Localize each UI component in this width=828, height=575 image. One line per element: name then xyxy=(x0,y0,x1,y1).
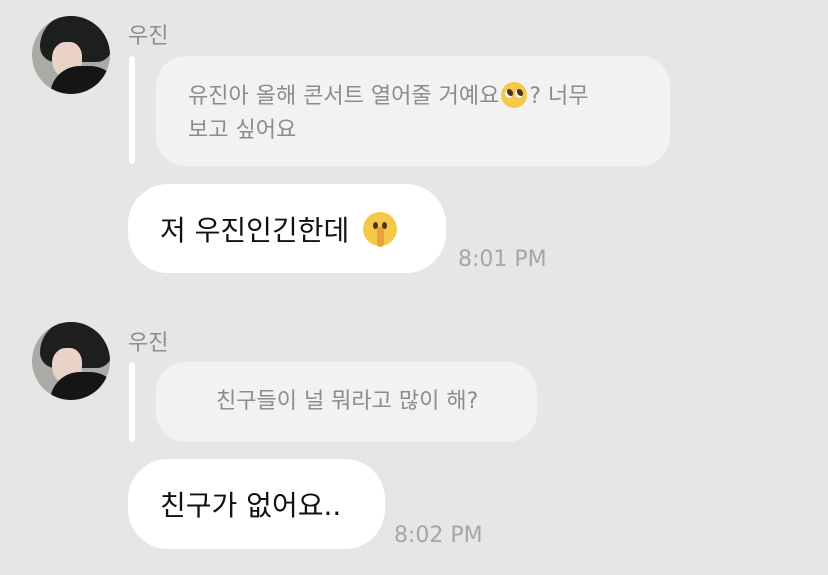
reply-quote-bubble[interactable]: 유진아 올해 콘서트 열어줄 거예요 ? 너무 보고 싶어요 xyxy=(156,56,670,166)
message-bubble[interactable]: 저 우진인긴한데 xyxy=(128,184,446,273)
reply-quote-text: 친구들이 널 뭐라고 많이 해? xyxy=(216,389,479,414)
reply-quote-bar xyxy=(129,362,135,442)
emoji-finger xyxy=(377,226,385,247)
reply-quote-text: 유진아 올해 콘서트 열어줄 거예요 xyxy=(188,84,500,109)
sender-avatar[interactable] xyxy=(32,16,110,94)
reply-quote-line-2: 보고 싶어요 xyxy=(188,118,297,143)
sender-name: 우진 xyxy=(128,24,169,49)
message-bubble[interactable]: 친구가 없어요.. xyxy=(128,459,385,549)
reply-quote-bar xyxy=(129,56,135,164)
reply-quote-line-1: 유진아 올해 콘서트 열어줄 거예요 ? 너무 xyxy=(188,80,670,114)
sender-avatar[interactable] xyxy=(32,322,110,400)
shushing-face-icon xyxy=(363,211,398,247)
sender-name: 우진 xyxy=(128,331,169,356)
pleading-face-icon xyxy=(501,82,528,108)
message-text: 친구가 없어요.. xyxy=(160,489,342,522)
reply-quote-text-suffix: ? 너무 xyxy=(529,84,589,109)
message-text: 저 우진인긴한데 xyxy=(160,213,350,247)
message-timestamp: 8:02 PM xyxy=(394,523,483,548)
reply-quote-bubble[interactable]: 친구들이 널 뭐라고 많이 해? xyxy=(156,362,537,442)
message-timestamp: 8:01 PM xyxy=(458,247,547,272)
